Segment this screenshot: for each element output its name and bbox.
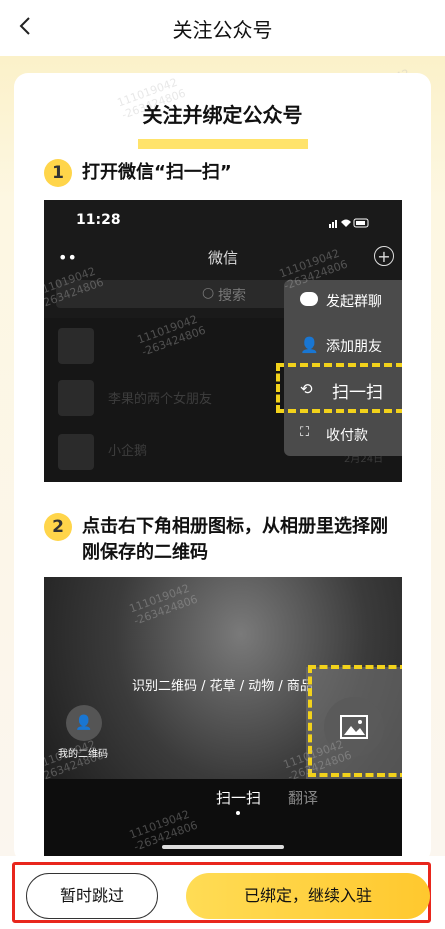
plus-icon: + (374, 246, 394, 266)
scan-tabbar: 扫一扫 翻译 (44, 779, 402, 863)
search-placeholder: 搜索 (218, 288, 246, 304)
home-indicator (162, 845, 284, 849)
step-number: 2 (44, 513, 72, 541)
menu-item-add-friend: 👤 添加朋友 (300, 336, 382, 355)
step-1: 1 打开微信“扫一扫” (44, 159, 404, 189)
scan-hint: 识别二维码 / 花草 / 动物 / 商品 (132, 679, 313, 694)
status-icons (329, 214, 371, 228)
avatar (58, 328, 94, 364)
wechat-screenshot: 11:28 •• 微信 + ○ 搜索 李果的两个女朋友 小企鹅 2月24日 发起… (44, 200, 402, 482)
tab-scan: 扫一扫 (216, 789, 262, 807)
status-time: 11:28 (76, 212, 121, 228)
avatar (58, 434, 94, 470)
skip-button[interactable]: 暂时跳过 (26, 873, 158, 919)
search-icon: ○ (202, 285, 215, 301)
scan-screenshot: 识别二维码 / 花草 / 动物 / 商品 👤 我的二维码 相册 扫一扫 翻译 1… (44, 577, 402, 863)
bound-continue-button[interactable]: 已绑定，继续入驻 (186, 873, 430, 919)
step-text: 打开微信“扫一扫” (82, 162, 232, 183)
add-friend-icon: 👤 (300, 336, 319, 354)
tab-translate: 翻译 (288, 789, 319, 807)
wechat-title: 微信 (207, 249, 238, 267)
card-title: 关注并绑定公众号 (14, 99, 431, 149)
pay-icon: ⛶ (300, 425, 310, 440)
watermark: 111019042-263424806 (127, 581, 200, 628)
chat-name: 李果的两个女朋友 (108, 392, 213, 407)
highlight-scan (276, 363, 402, 413)
bottom-bar: 暂时跳过 已绑定，继续入驻 (0, 856, 445, 929)
watermark: 111019042-263424806 (44, 737, 106, 784)
avatar (58, 380, 94, 416)
chat-name: 小企鹅 (108, 444, 148, 459)
chat-bubble-icon (300, 292, 318, 306)
menu-item-pay: ⛶ 收付款 (300, 425, 368, 444)
nav-bar: 关注公众号 (0, 0, 445, 56)
tab-indicator (236, 811, 240, 815)
page-title: 关注公众号 (172, 18, 273, 42)
step-number: 1 (44, 159, 72, 187)
instruction-card: 关注并绑定公众号 111019042 -263424806 1 打开微信“扫一扫”… (14, 73, 431, 863)
step-2: 2 点击右下角相册图标，从相册里选择刚 刚保存的二维码 (44, 513, 424, 573)
